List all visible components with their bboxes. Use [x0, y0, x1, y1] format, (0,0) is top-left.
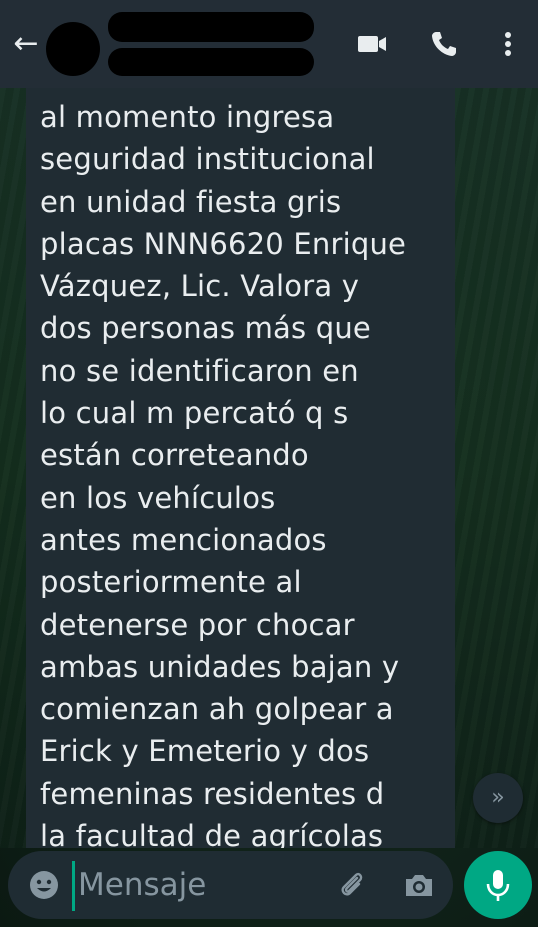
contact-name-redacted[interactable]	[108, 12, 314, 42]
text-caret	[72, 861, 75, 911]
message-line: están correteando	[40, 438, 309, 473]
message-composer[interactable]: Mensaje	[8, 851, 453, 919]
paperclip-icon[interactable]	[336, 869, 368, 901]
message-line: posteriormente al	[40, 565, 302, 600]
message-line: al momento ingresa	[40, 100, 335, 134]
message-line: detenerse por chocar	[40, 607, 355, 642]
video-call-button[interactable]	[356, 28, 388, 60]
message-line: seguridad institucional	[40, 142, 375, 177]
emoji-icon[interactable]	[28, 869, 60, 901]
message-line: comienzan ah golpear a	[40, 692, 394, 727]
message-text: al momento ingresa seguridad instituciona…	[40, 96, 450, 848]
message-line: en los vehículos	[40, 480, 276, 515]
chat-header: ←	[0, 0, 538, 88]
arrow-left-icon: ←	[13, 26, 39, 61]
back-button[interactable]: ←	[10, 26, 42, 62]
more-vertical-icon	[505, 32, 511, 56]
microphone-icon	[486, 870, 510, 901]
message-input[interactable]: Mensaje	[78, 865, 206, 905]
message-line: ambas unidades bajan y	[40, 649, 400, 684]
message-line: no se identificaron en	[40, 353, 359, 388]
voice-call-button[interactable]	[428, 28, 460, 60]
more-options-button[interactable]	[492, 28, 524, 60]
camera-icon[interactable]	[402, 869, 436, 901]
message-line: antes mencionados	[40, 522, 327, 557]
message-line: lo cual m percató q s	[40, 396, 349, 431]
double-chevron-down-icon: »	[491, 785, 505, 810]
message-line: Erick y Emeterio y dos	[40, 734, 370, 769]
message-line: femeninas residentes d	[40, 776, 385, 811]
contact-avatar[interactable]	[46, 22, 100, 76]
phone-icon	[432, 32, 456, 56]
message-bubble[interactable]: al momento ingresa seguridad instituciona…	[26, 88, 455, 848]
message-line: Vázquez, Lic. Valora y	[40, 269, 360, 304]
message-line: en unidad fiesta gris	[40, 184, 342, 219]
voice-message-button[interactable]	[464, 851, 532, 919]
scroll-to-bottom-button[interactable]: »	[473, 773, 523, 823]
contact-status-redacted	[108, 48, 314, 76]
message-line: dos personas más que	[40, 311, 371, 346]
message-line: placas NNN6620 Enrique	[40, 226, 407, 261]
message-line: la facultad de agrícolas	[40, 819, 384, 848]
video-camera-icon	[358, 36, 386, 52]
